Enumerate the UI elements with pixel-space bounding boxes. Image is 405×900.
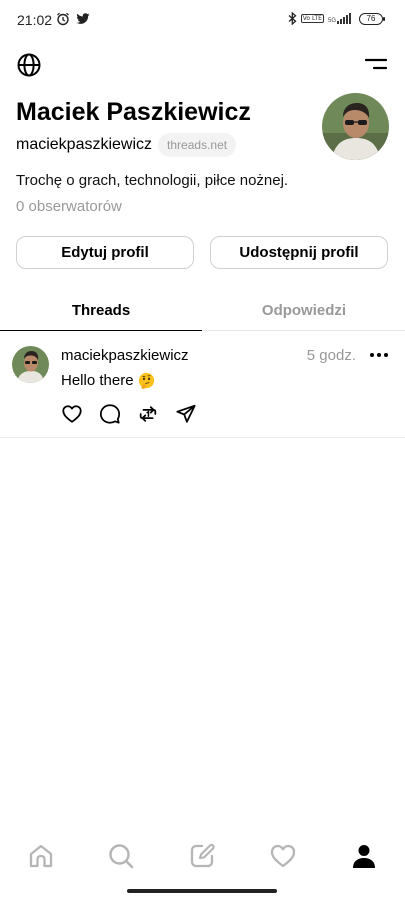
post-actions	[61, 403, 197, 425]
status-bar: 21:02 Vo LTE 5G 76	[0, 0, 405, 40]
post-username[interactable]: maciekpaszkiewicz	[61, 347, 189, 364]
tab-replies[interactable]: Odpowiedzi	[203, 290, 405, 331]
globe-icon[interactable]	[16, 52, 42, 78]
twitter-icon	[76, 13, 90, 24]
post-text-row: Hello there	[61, 372, 155, 389]
profile-name: Maciek Paszkiewicz	[16, 98, 251, 126]
edit-profile-button[interactable]: Edytuj profil	[16, 236, 194, 269]
compose-icon[interactable]	[188, 842, 216, 870]
comment-icon[interactable]	[99, 403, 121, 425]
avatar[interactable]	[322, 93, 389, 160]
thinking-face-emoji	[138, 372, 154, 389]
home-indicator[interactable]	[127, 889, 277, 893]
profile-handle: maciekpaszkiewicz	[16, 136, 153, 153]
profile-tabs: Threads Odpowiedzi	[0, 290, 405, 331]
bottom-navigation	[0, 838, 405, 874]
status-time: 21:02	[17, 12, 53, 28]
profile-bio: Trochę o grach, technologii, piłce nożne…	[16, 172, 289, 189]
followers-count[interactable]: 0 obserwatorów	[16, 198, 122, 215]
tab-threads[interactable]: Threads	[0, 290, 202, 331]
repost-icon[interactable]	[137, 403, 159, 425]
thread-post[interactable]: maciekpaszkiewicz 5 godz. Hello there	[0, 331, 405, 438]
bluetooth-icon	[288, 12, 297, 25]
menu-icon[interactable]	[365, 56, 387, 72]
search-icon[interactable]	[107, 842, 135, 870]
more-options-icon[interactable]	[369, 345, 389, 365]
home-icon[interactable]	[27, 842, 55, 870]
domain-pill[interactable]: threads.net	[158, 133, 237, 157]
post-text: Hello there	[61, 372, 134, 389]
volte-icon: Vo LTE	[300, 14, 324, 23]
battery-indicator: 76	[359, 12, 385, 25]
handle-row: maciekpaszkiewicz threads.net	[16, 133, 237, 157]
activity-heart-icon[interactable]	[269, 842, 297, 870]
5g-signal-icon: 5G	[328, 13, 351, 24]
profile-icon[interactable]	[350, 842, 378, 870]
share-profile-button[interactable]: Udostępnij profil	[210, 236, 388, 269]
alarm-icon	[57, 12, 69, 26]
post-avatar[interactable]	[12, 346, 49, 383]
heart-icon[interactable]	[61, 403, 83, 425]
post-time: 5 godz.	[306, 347, 356, 364]
send-icon[interactable]	[175, 403, 197, 425]
